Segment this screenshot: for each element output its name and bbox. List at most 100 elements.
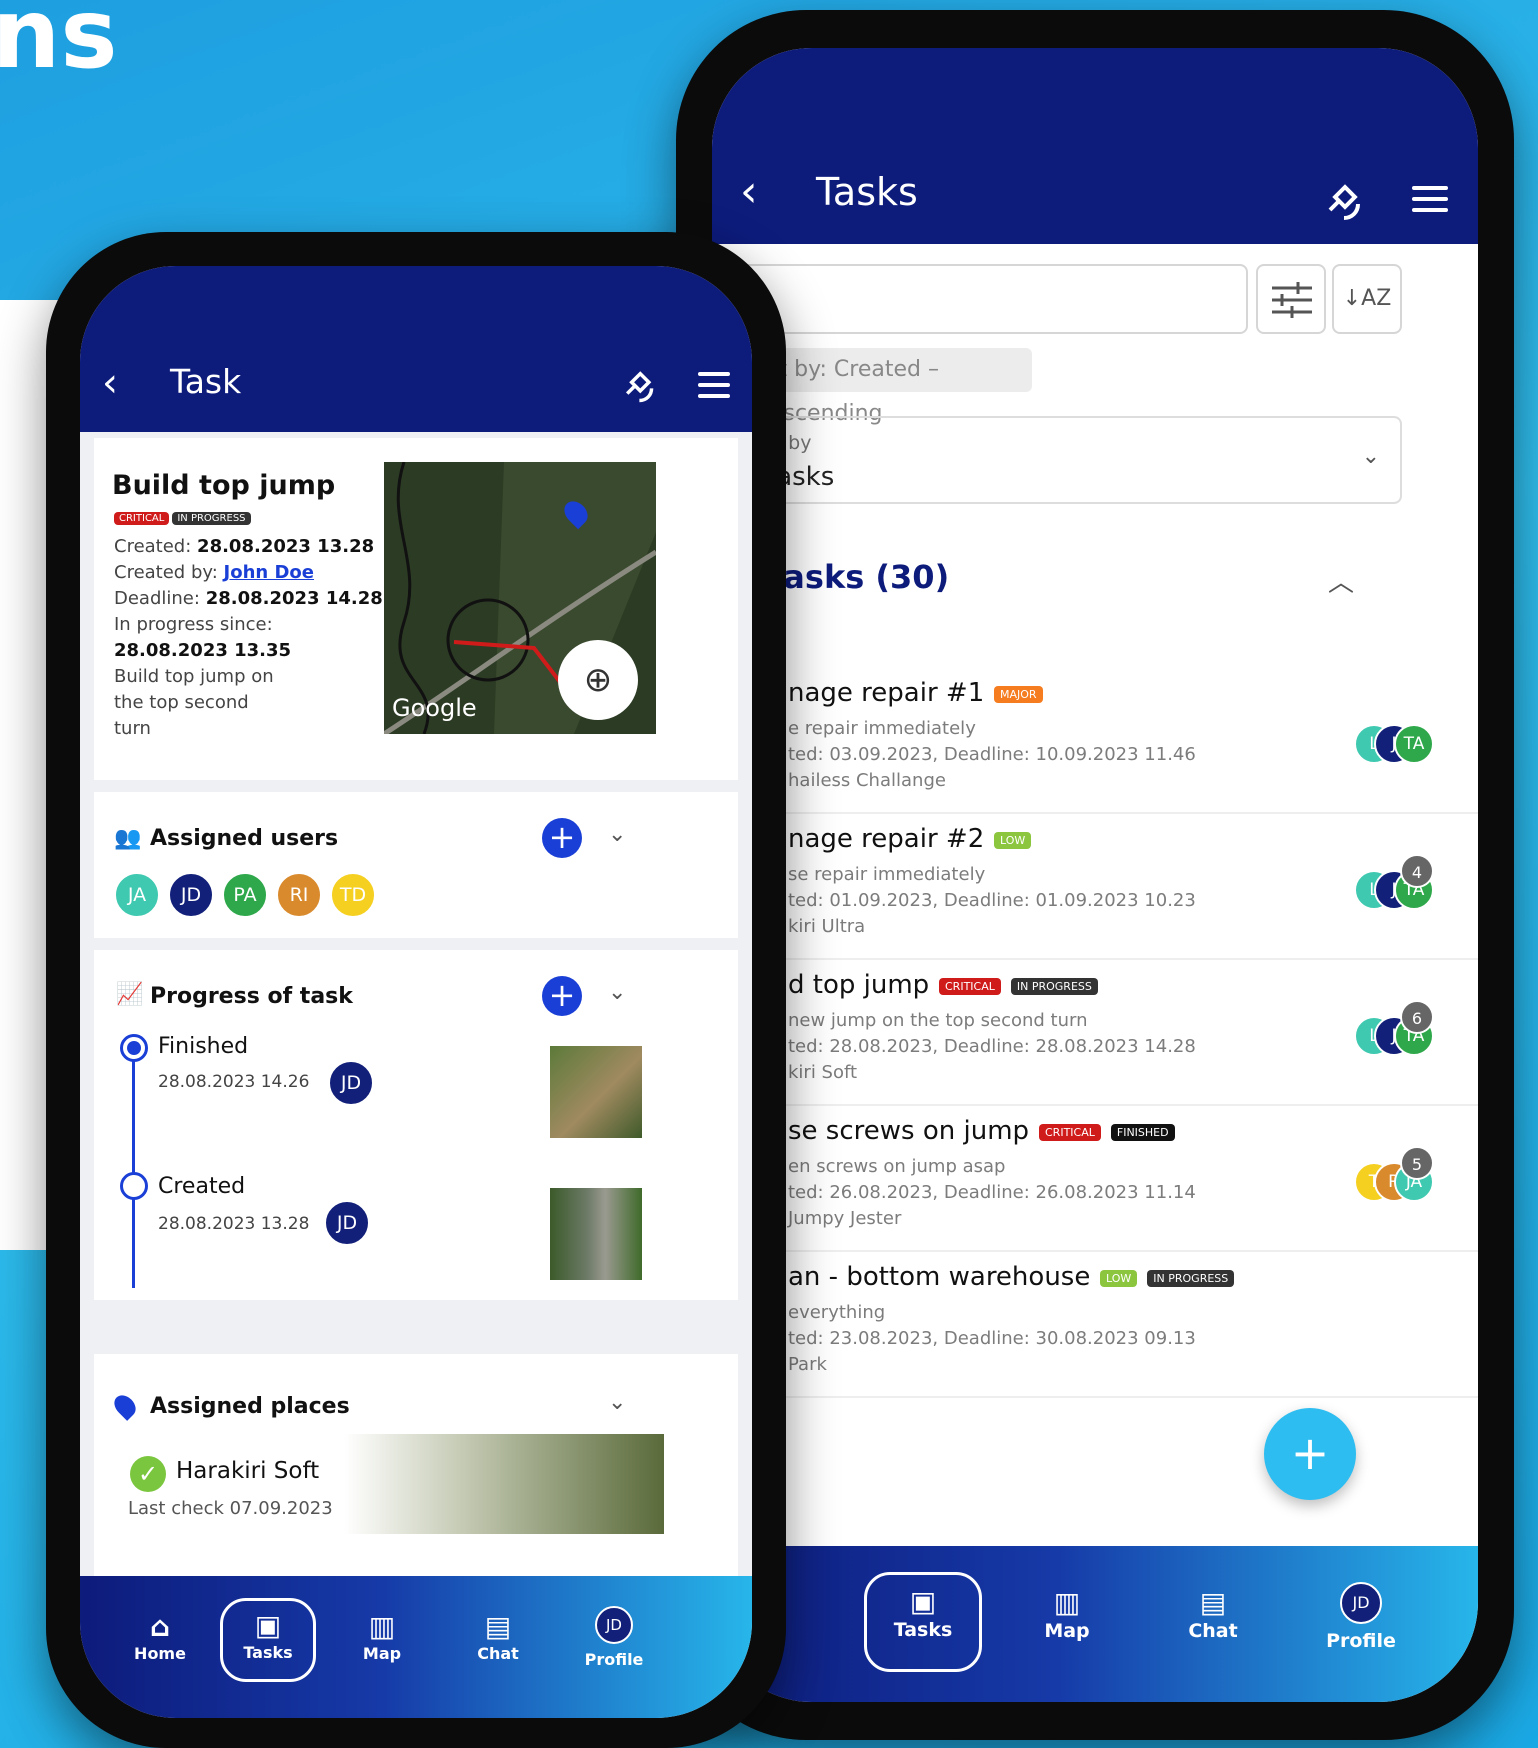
add-user-button[interactable]: + [542, 818, 582, 858]
place-name[interactable]: Harakiri Soft [176, 1458, 319, 1484]
group-by-select[interactable]: up by tasks ⌄ [712, 416, 1402, 504]
satellite-icon[interactable] [622, 364, 662, 404]
user-avatar[interactable]: PA [222, 872, 268, 918]
back-phone: ‹ Tasks ⌕ ↓AZ ort by: Created – descendi… [676, 10, 1514, 1740]
task-row-place: kiri Ultra [788, 916, 866, 937]
task-row-place: kiri Soft [788, 1062, 858, 1083]
place-last-check: Last check 07.09.2023 [128, 1498, 333, 1519]
task-row-dates: ted: 01.09.2023, Deadline: 01.09.2023 10… [788, 890, 1196, 911]
user-avatar[interactable]: JA [114, 872, 160, 918]
task-status-chips: CRITICAL IN PROGRESS [114, 508, 254, 527]
chevron-left-icon[interactable]: ‹ [740, 166, 758, 217]
nav-chat-label: Chat [1188, 1620, 1238, 1642]
task-row-title: an - bottom warehouse [788, 1262, 1091, 1292]
tasks-section-title: tasks (30) [768, 558, 950, 596]
home-icon: ⌂ [149, 1610, 171, 1643]
users-icon: 👥 [114, 826, 142, 851]
assigned-users-card: 👥 Assigned users + ⌄ JA JD PA RI TD [94, 792, 738, 938]
task-tag: IN PROGRESS [1147, 1270, 1235, 1287]
chat-icon: ▤ [1199, 1586, 1227, 1619]
task-row[interactable]: nage repair #2 LOW se repair immediately te… [712, 814, 1478, 960]
front-phone: ‹ Task Build top jump CRITICAL IN PROGRES… [46, 232, 786, 1748]
in-progress-chip: IN PROGRESS [172, 512, 251, 525]
collapse-icon[interactable]: ︿ [1328, 562, 1354, 599]
task-row-count-badge: 5 [1400, 1146, 1434, 1180]
progress-photo[interactable] [550, 1046, 642, 1138]
back-title: Tasks [816, 170, 918, 214]
satellite-icon[interactable] [1324, 176, 1370, 222]
search-input[interactable]: ⌕ [722, 264, 1248, 334]
task-row[interactable]: d top jump CRITICAL IN PROGRESS new jump on… [712, 960, 1478, 1106]
progress-time: 28.08.2023 13.28 [158, 1214, 310, 1234]
task-row-title: se screws on jump [788, 1116, 1030, 1146]
nav-map[interactable]: ▥ Map [332, 1610, 432, 1663]
task-title: Build top jump [112, 470, 336, 501]
profile-avatar: JD [1340, 1582, 1382, 1624]
back-appbar: ‹ Tasks [712, 48, 1478, 244]
chevron-down-icon[interactable]: ⌄ [608, 1390, 626, 1415]
menu-icon[interactable] [1412, 186, 1448, 219]
task-tag: IN PROGRESS [1010, 978, 1098, 995]
nav-profile[interactable]: JD Profile [564, 1606, 664, 1669]
back-screen: ‹ Tasks ⌕ ↓AZ ort by: Created – descendi… [712, 48, 1478, 1702]
task-row[interactable]: an - bottom warehouse LOW IN PROGRESS every… [712, 1252, 1478, 1398]
nav-map[interactable]: ▥ Map [1012, 1586, 1122, 1642]
deadline-label: Deadline: [114, 588, 200, 609]
progress-since-value: 28.08.2023 13.35 [114, 640, 292, 661]
task-tag: CRITICAL [939, 978, 1001, 995]
locate-button[interactable]: ⊕ [558, 640, 638, 720]
task-tag: LOW [1100, 1270, 1138, 1287]
progress-status: Created [158, 1174, 246, 1199]
filter-button[interactable] [1256, 264, 1326, 334]
user-avatar[interactable]: JD [168, 872, 214, 918]
check-icon: ✓ [130, 1456, 166, 1492]
task-row-desc: en screws on jump asap [788, 1156, 1006, 1177]
back-bottom-nav: ⌂ome ▣Tasks ▥Map ▤Chat JDProfile [712, 1546, 1478, 1702]
nav-profile[interactable]: JD Profile [1306, 1582, 1416, 1652]
nav-tasks[interactable]: ▣ Tasks [864, 1572, 982, 1672]
task-row[interactable]: se screws on jump CRITICAL FINISHED en scre… [712, 1106, 1478, 1252]
nav-map-label: Map [1044, 1620, 1090, 1642]
task-row-desc: everything [788, 1302, 886, 1323]
task-row-tags: MAJOR [984, 684, 1043, 703]
crosshair-icon: ⊕ [583, 660, 613, 700]
progress-user-avatar: JD [324, 1200, 370, 1246]
nav-chat[interactable]: ▤ Chat [448, 1610, 548, 1663]
menu-icon[interactable] [698, 372, 730, 405]
progress-user-avatar: JD [328, 1060, 374, 1106]
created-by-link[interactable]: John Doe [224, 562, 314, 583]
created-label: Created: [114, 536, 192, 557]
task-map[interactable]: Google ⊕ [384, 462, 656, 734]
sort-button[interactable]: ↓AZ [1332, 264, 1402, 334]
chevron-down-icon[interactable]: ⌄ [608, 822, 626, 847]
map-icon: ▥ [368, 1610, 396, 1643]
task-tag: FINISHED [1110, 1124, 1175, 1141]
task-row-title: nage repair #1 [788, 678, 985, 708]
timeline-line [132, 1046, 135, 1288]
nav-chat[interactable]: ▤ Chat [1158, 1586, 1268, 1642]
front-screen: ‹ Task Build top jump CRITICAL IN PROGRES… [80, 266, 752, 1718]
task-row[interactable]: nage repair #1 MAJOR e repair immediately t… [712, 668, 1478, 814]
task-description-line: the top second [114, 692, 249, 713]
progress-time: 28.08.2023 14.26 [158, 1072, 310, 1092]
add-task-fab[interactable]: + [1264, 1408, 1356, 1500]
chevron-down-icon[interactable]: ⌄ [608, 980, 626, 1005]
user-avatar[interactable]: TD [330, 872, 376, 918]
chevron-left-icon[interactable]: ‹ [102, 360, 118, 406]
timeline-dot-finished [120, 1034, 148, 1062]
progress-photo[interactable] [550, 1188, 642, 1280]
nav-profile-label: Profile [584, 1650, 644, 1669]
chevron-down-icon: ⌄ [1361, 444, 1380, 469]
task-row-place: Park [788, 1354, 827, 1375]
task-row-tags: CRITICAL IN PROGRESS [929, 976, 1098, 995]
nav-home[interactable]: ⌂ Home [110, 1610, 210, 1663]
user-avatar[interactable]: RI [276, 872, 322, 918]
nav-chat-label: Chat [477, 1644, 519, 1663]
task-row-dates: ted: 26.08.2023, Deadline: 26.08.2023 11… [788, 1182, 1196, 1203]
created-by-label: Created by: [114, 562, 218, 583]
critical-chip: CRITICAL [114, 512, 170, 525]
assigned-users-title: Assigned users [150, 826, 339, 851]
nav-tasks[interactable]: ▣ Tasks [220, 1598, 316, 1682]
tasks-icon: ▣ [254, 1609, 282, 1642]
add-progress-button[interactable]: + [542, 976, 582, 1016]
